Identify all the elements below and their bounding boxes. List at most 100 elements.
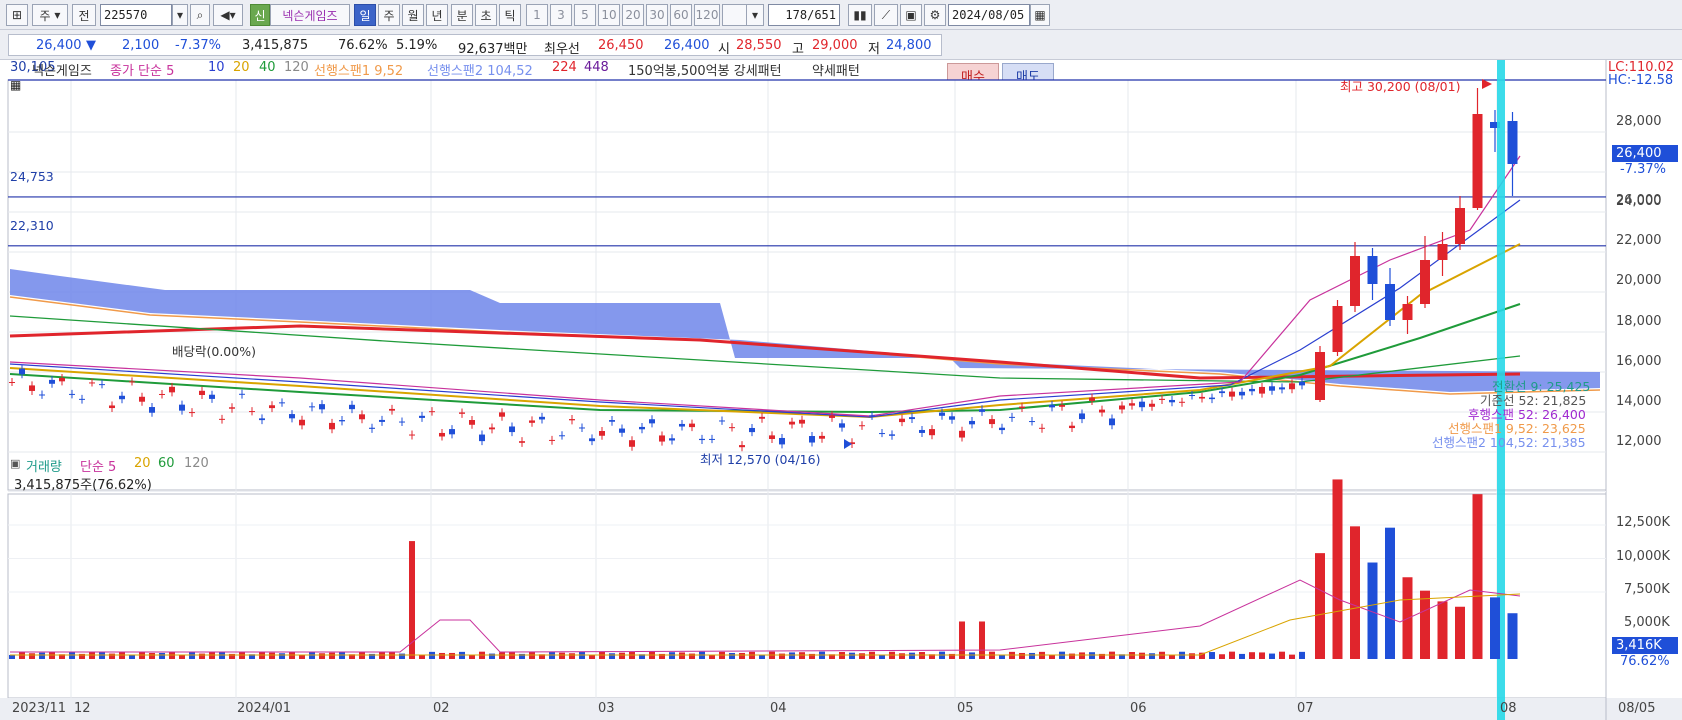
gear-icon[interactable]: ⚙ xyxy=(924,4,946,26)
volume-bar xyxy=(679,652,685,659)
candle-body xyxy=(1069,425,1075,429)
volume-bar xyxy=(979,621,985,659)
volume-bar xyxy=(259,652,265,659)
date-input[interactable]: 2024/08/05 xyxy=(948,4,1030,26)
code-dropdown-icon[interactable]: ▾ xyxy=(172,4,188,26)
volume-bar xyxy=(1289,654,1295,659)
candle-body xyxy=(119,395,125,400)
period-tab-year[interactable]: 년 xyxy=(426,4,448,26)
prev-button[interactable]: 전 xyxy=(72,4,96,26)
period-tab-month[interactable]: 월 xyxy=(402,4,424,26)
volume-bar xyxy=(1315,553,1325,659)
dividend-annotation: 배당락(0.00%) xyxy=(172,344,256,359)
chart-canvas[interactable] xyxy=(0,60,1682,720)
hc-label: HC:-12.58 xyxy=(1608,73,1674,88)
volume-bar xyxy=(1189,653,1195,659)
volume-legend-ma5: 단순 5 xyxy=(80,460,117,475)
volume-bar xyxy=(589,654,595,659)
volume-legend-volume: 거래량 xyxy=(26,460,62,475)
interval-dropdown-icon[interactable]: ▾ xyxy=(746,4,764,26)
speaker-icon[interactable]: ◀▾ xyxy=(213,4,243,26)
candle-body xyxy=(349,404,355,410)
interval-3[interactable]: 3 xyxy=(550,4,572,26)
volume-bar xyxy=(1350,526,1360,659)
volume-bar xyxy=(1069,653,1075,659)
x-tick: 07 xyxy=(1297,701,1314,716)
y-tick: 14,000 xyxy=(1616,394,1662,409)
candle-body xyxy=(1119,405,1125,410)
candle-body xyxy=(89,382,95,384)
x-tick: 2024/01 xyxy=(237,701,292,716)
volume-bar xyxy=(1437,601,1448,659)
candle-body xyxy=(529,420,535,423)
table-icon[interactable]: ▦ xyxy=(10,78,21,92)
quote-pct: -7.37% xyxy=(175,38,221,53)
volume-bar xyxy=(449,652,455,659)
line-tool-icon[interactable]: ⟋ xyxy=(874,4,898,26)
period-tab-minute[interactable]: 분 xyxy=(451,4,473,26)
volume-bar xyxy=(319,653,325,659)
interval-label: 120 xyxy=(695,8,719,22)
quote-vol-ratio: 76.62% xyxy=(338,38,388,53)
period-label: 분 xyxy=(456,8,468,23)
candle-body xyxy=(359,414,365,420)
interval-10[interactable]: 10 xyxy=(598,4,620,26)
candle-body xyxy=(69,393,75,395)
volume-y-tick: 10,000K xyxy=(1616,549,1671,564)
period-label: 년 xyxy=(431,8,443,23)
interval-60[interactable]: 60 xyxy=(670,4,692,26)
candle-body xyxy=(449,429,455,435)
stock-code-input[interactable]: 225570 xyxy=(100,4,172,26)
candle-body xyxy=(829,415,835,418)
candle-body xyxy=(1179,401,1185,403)
page-counter[interactable]: 178/651 xyxy=(768,4,840,26)
y-tick: 28,000 xyxy=(1616,114,1662,129)
volume-bar xyxy=(909,652,915,659)
last-price-pct: -7.37% xyxy=(1620,162,1666,177)
candle-body xyxy=(29,385,35,391)
candle-body xyxy=(299,419,305,426)
x-tick: 05 xyxy=(957,701,974,716)
candle-settings-icon[interactable]: ▮▮ xyxy=(848,4,872,26)
period-tab-week[interactable]: 주 xyxy=(378,4,400,26)
candle-body xyxy=(579,427,585,429)
period-label: 일 xyxy=(359,8,371,23)
candle-body xyxy=(899,418,905,423)
type-select[interactable]: 주 ▾ xyxy=(32,4,68,26)
candle-body xyxy=(229,407,235,409)
candle-body xyxy=(309,406,315,408)
save-icon[interactable]: ▣ xyxy=(900,4,922,26)
candle-body xyxy=(1189,395,1195,397)
search-icon[interactable]: ⌕ xyxy=(190,4,210,26)
new-badge-text: 신 xyxy=(254,8,266,23)
candle-body xyxy=(439,432,445,437)
interval-1[interactable]: 1 xyxy=(526,4,548,26)
legend-ma5: 종가 단순 5 xyxy=(110,64,175,79)
period-tab-day[interactable]: 일 xyxy=(354,4,376,26)
new-badge: 신 xyxy=(250,4,270,26)
candle-body xyxy=(1039,427,1045,429)
quote-open: 28,550 xyxy=(736,38,782,53)
period-tab-tick[interactable]: 틱 xyxy=(499,4,521,26)
candle-body xyxy=(379,419,385,422)
interval-5[interactable]: 5 xyxy=(574,4,596,26)
candle-body xyxy=(329,422,335,430)
calendar-icon[interactable]: ▦ xyxy=(1030,4,1050,26)
candle-body xyxy=(889,434,895,436)
candle-body xyxy=(139,396,145,402)
interval-20[interactable]: 20 xyxy=(622,4,644,26)
period-tab-second[interactable]: 초 xyxy=(475,4,497,26)
volume-bar xyxy=(1269,653,1275,659)
candle-body xyxy=(1455,208,1465,244)
candle-body xyxy=(809,436,815,443)
interval-label: 10 xyxy=(601,8,617,22)
candle-body xyxy=(819,435,825,439)
best-quote-label: 최우선 xyxy=(544,42,580,57)
volume-bar xyxy=(969,652,975,659)
candle-body xyxy=(279,402,285,404)
candle-body xyxy=(669,438,675,441)
layout-icon[interactable]: ⊞ xyxy=(6,4,28,26)
interval-120[interactable]: 120 xyxy=(694,4,720,26)
interval-30[interactable]: 30 xyxy=(646,4,668,26)
x-tick: 08 xyxy=(1500,701,1517,716)
